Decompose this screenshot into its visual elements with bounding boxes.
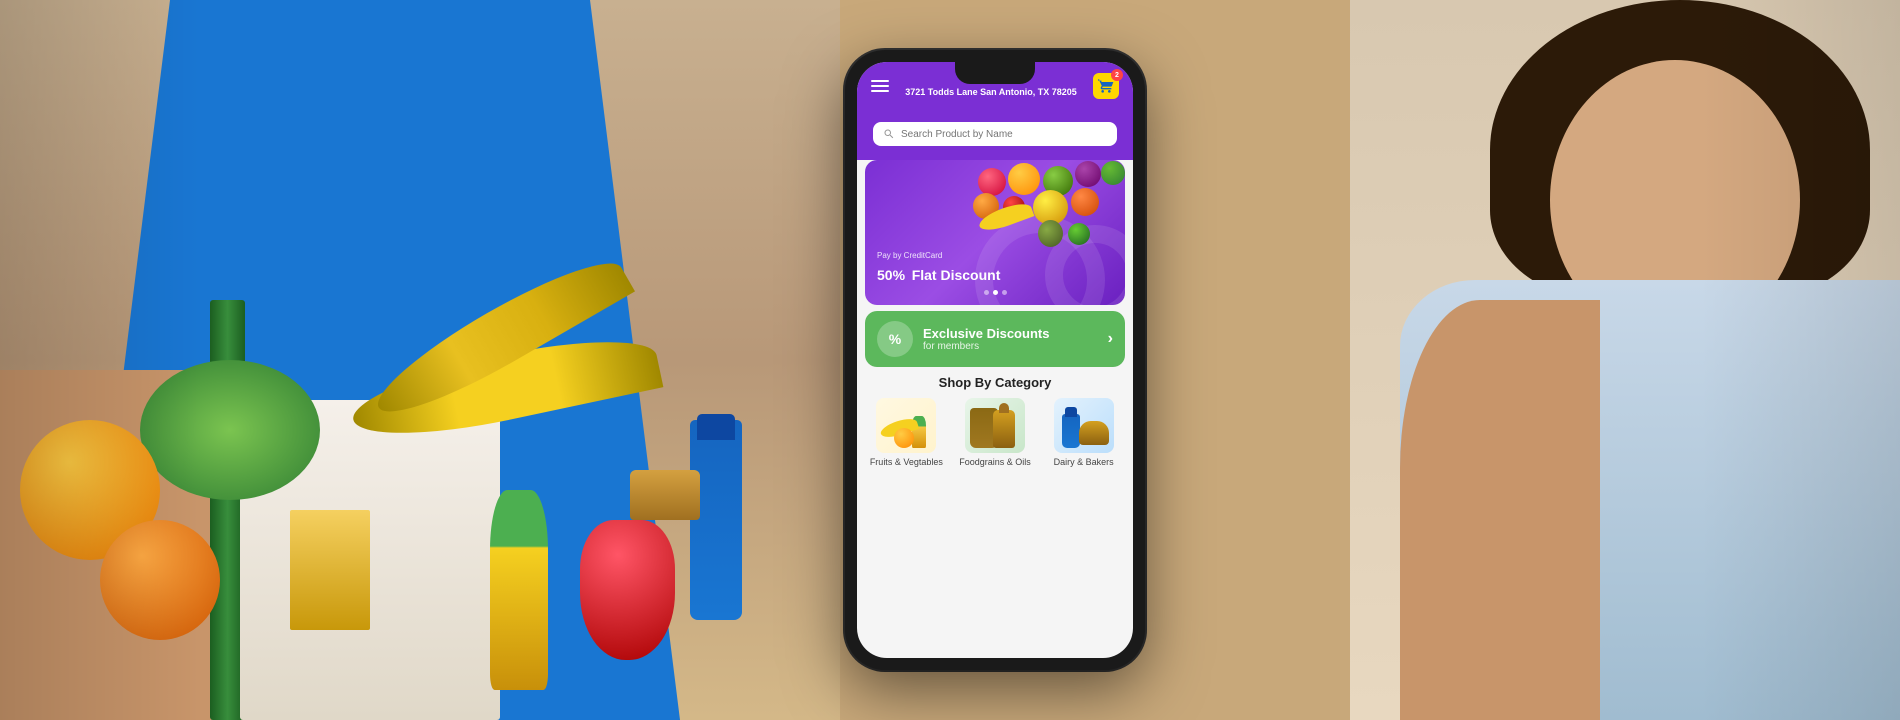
banner-pay-text: Pay by CreditCard: [877, 251, 1113, 260]
banner-flat-discount: Flat Discount: [912, 267, 1001, 283]
search-bar[interactable]: [873, 122, 1117, 146]
banner-percent: 50%: [877, 267, 905, 283]
category-item-food[interactable]: Foodgrains & Oils: [954, 398, 1037, 467]
exclusive-discounts-banner[interactable]: % Exclusive Discounts for members ›: [865, 311, 1125, 367]
category-img-fruits: [876, 398, 936, 453]
exclusive-arrow-icon: ›: [1108, 330, 1113, 348]
category-section: Shop By Category Fruits & Vegtables: [857, 375, 1133, 467]
category-label-fruits: Fruits & Vegtables: [870, 457, 943, 467]
category-grid: Fruits & Vegtables Foodgrains & Oils: [865, 398, 1125, 467]
left-vignette: [0, 0, 200, 720]
cart-button[interactable]: 2: [1093, 73, 1119, 99]
location-address: 3721 Todds Lane San Antonio, TX 78205: [905, 87, 1077, 97]
category-label-food: Foodgrains & Oils: [959, 457, 1031, 467]
phone-frame: Location 3721 Todds Lane San Antonio, TX…: [845, 50, 1145, 670]
exclusive-title: Exclusive Discounts: [923, 326, 1098, 341]
banner-discount: 50% Flat Discount: [877, 260, 1113, 286]
menu-button[interactable]: [871, 80, 889, 92]
category-title: Shop By Category: [865, 375, 1125, 390]
exclusive-subtitle: for members: [923, 341, 1098, 352]
right-vignette: [1700, 0, 1900, 720]
search-input[interactable]: [901, 129, 1107, 140]
phone-mockup: Location 3721 Todds Lane San Antonio, TX…: [845, 50, 1145, 670]
banner-fruits: [970, 160, 1125, 255]
category-label-dairy: Dairy & Bakers: [1054, 457, 1114, 467]
category-item-dairy[interactable]: Dairy & Bakers: [1042, 398, 1125, 467]
category-img-dairy: [1054, 398, 1114, 453]
exclusive-text-area: Exclusive Discounts for members: [923, 326, 1098, 352]
promo-banner: Pay by CreditCard 50% Flat Discount: [865, 160, 1125, 305]
discount-icon: %: [877, 321, 913, 357]
phone-screen: Location 3721 Todds Lane San Antonio, TX…: [857, 62, 1133, 658]
category-item-fruits[interactable]: Fruits & Vegtables: [865, 398, 948, 467]
search-icon: [883, 128, 895, 140]
phone-notch: [955, 62, 1035, 84]
category-img-food: [965, 398, 1025, 453]
